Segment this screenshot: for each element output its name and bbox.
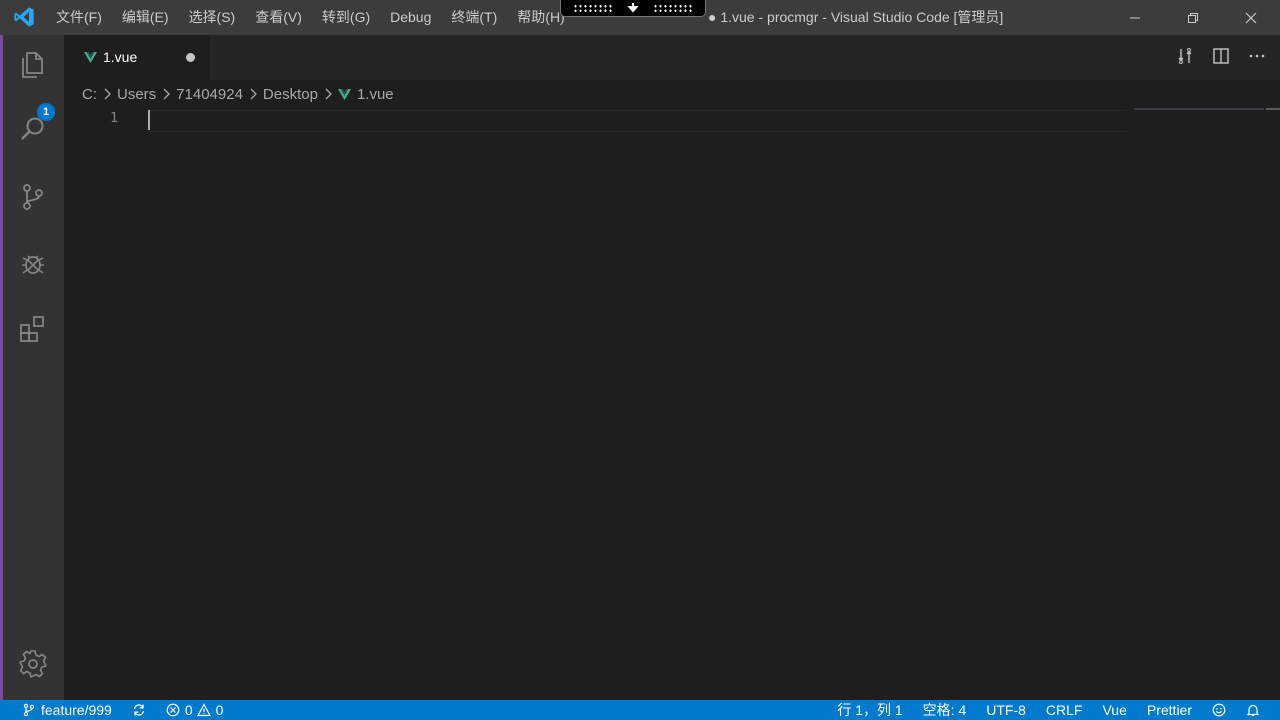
chevron-right-icon — [250, 88, 257, 100]
search-icon[interactable] — [17, 113, 49, 145]
close-icon — [1245, 12, 1257, 23]
language-mode[interactable]: Vue — [1102, 700, 1126, 720]
menu-go[interactable]: 转到(G) — [312, 0, 380, 35]
encoding[interactable]: UTF-8 — [986, 700, 1026, 720]
tab-bar: 1.vue — [64, 35, 1280, 80]
minimize-button[interactable] — [1106, 0, 1164, 35]
error-count: 0 — [184, 702, 193, 718]
notifications-button[interactable] — [1246, 703, 1260, 717]
compare-changes-icon[interactable] — [1176, 47, 1194, 65]
window-controls — [1106, 0, 1280, 35]
indentation[interactable]: 空格: 4 — [923, 700, 967, 720]
warning-icon — [196, 703, 211, 717]
line-number: 1 — [110, 111, 118, 126]
chevron-right-icon — [163, 88, 171, 100]
more-actions-icon[interactable] — [1248, 47, 1266, 65]
chevron-right-icon — [104, 88, 111, 100]
vscode-logo-icon — [14, 7, 34, 27]
current-line-highlight — [148, 110, 1126, 132]
scrollbar-thumb[interactable] — [1266, 108, 1280, 110]
branch-indicator[interactable]: feature/999 — [22, 700, 112, 720]
restore-button[interactable] — [1164, 0, 1222, 35]
git-branch-icon — [23, 703, 35, 717]
menu-debug[interactable]: Debug — [380, 0, 441, 35]
breadcrumb-item[interactable]: 71404924 — [176, 86, 243, 103]
menu-edit[interactable]: 编辑(E) — [112, 0, 179, 35]
status-bar-left: feature/999 0 0 — [22, 700, 243, 720]
cursor-position[interactable]: 行 1，列 1 — [837, 700, 902, 720]
text-cursor — [148, 110, 150, 130]
minimize-icon — [1130, 17, 1140, 18]
split-editor-icon[interactable] — [1212, 47, 1230, 65]
tab-label: 1.vue — [103, 49, 138, 65]
menu-selection[interactable]: 选择(S) — [179, 0, 246, 35]
breadcrumb-item[interactable]: C: — [82, 86, 97, 103]
activity-bar: 1 — [0, 35, 64, 700]
formatter[interactable]: Prettier — [1147, 700, 1192, 720]
feedback-button[interactable] — [1212, 703, 1226, 717]
menu-view[interactable]: 查看(V) — [245, 0, 312, 35]
breadcrumb-item[interactable]: Desktop — [263, 86, 318, 103]
unsaved-dot-icon[interactable] — [186, 53, 195, 62]
chevron-right-icon — [325, 88, 332, 100]
smiley-icon — [1212, 703, 1226, 717]
menu-bar: 文件(F) 编辑(E) 选择(S) 查看(V) 转到(G) Debug 终端(T… — [46, 0, 575, 35]
close-window-button[interactable] — [1222, 0, 1280, 35]
menu-file[interactable]: 文件(F) — [46, 0, 112, 35]
branch-name: feature/999 — [41, 702, 112, 718]
code-editor[interactable]: 1 — [64, 108, 1280, 700]
source-control-icon[interactable] — [17, 181, 49, 213]
floating-toolbar[interactable] — [560, 0, 706, 17]
breadcrumb: C: Users 71404924 Desktop 1.vue — [82, 80, 394, 108]
grip-dots-icon — [653, 3, 693, 13]
breadcrumb-item[interactable]: 1.vue — [357, 86, 394, 103]
vertical-scrollbar[interactable] — [1266, 108, 1280, 700]
sync-button[interactable] — [132, 703, 146, 717]
status-bar: feature/999 0 0 行 1，列 1 空格: 4 UTF-8 CRLF — [0, 700, 1280, 720]
error-icon — [166, 703, 180, 717]
sync-icon — [133, 704, 144, 716]
title-bar: 文件(F) 编辑(E) 选择(S) 查看(V) 转到(G) Debug 终端(T… — [0, 0, 1280, 35]
explorer-icon[interactable] — [17, 49, 49, 81]
arrow-down-icon[interactable] — [627, 2, 639, 14]
problems-indicator[interactable]: 0 0 — [166, 700, 224, 720]
tab-1-vue[interactable]: 1.vue — [64, 35, 210, 80]
breadcrumb-item[interactable]: Users — [117, 86, 156, 103]
vue-icon — [337, 88, 351, 100]
minimap[interactable] — [1134, 108, 1264, 110]
settings-gear-icon[interactable] — [17, 648, 49, 680]
restore-icon — [1188, 12, 1198, 23]
debug-icon[interactable] — [17, 247, 49, 279]
grip-dots-icon — [573, 3, 613, 13]
vue-icon — [84, 52, 97, 63]
bell-icon — [1246, 704, 1260, 717]
window-title: ● 1.vue - procmgr - Visual Studio Code [… — [708, 9, 1004, 25]
line-ending[interactable]: CRLF — [1046, 700, 1083, 720]
menu-terminal[interactable]: 终端(T) — [441, 0, 507, 35]
editor-actions — [1176, 47, 1266, 65]
extensions-icon[interactable] — [17, 313, 49, 345]
warning-count: 0 — [215, 702, 224, 718]
status-bar-right: 行 1，列 1 空格: 4 UTF-8 CRLF Vue Prettier — [817, 700, 1260, 720]
